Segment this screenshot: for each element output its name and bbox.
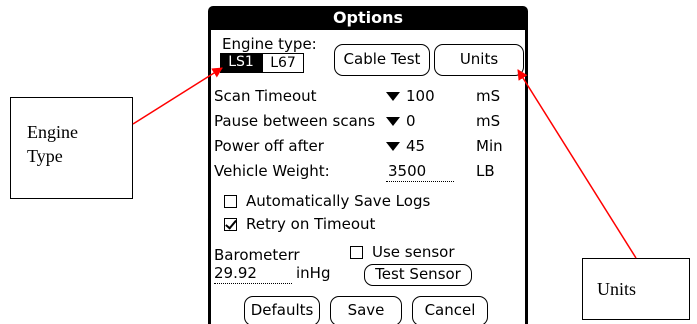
barometer-unit: inHg (296, 264, 331, 282)
cable-test-button[interactable]: Cable Test (334, 44, 430, 76)
vehicle-weight-value[interactable]: 3500 (388, 162, 426, 180)
scan-timeout-value[interactable]: 100 (406, 87, 435, 105)
engine-type-callout-line2: Type (27, 146, 63, 166)
vehicle-weight-unit: LB (476, 162, 495, 180)
retry-label: Retry on Timeout (246, 215, 376, 233)
pause-value[interactable]: 0 (406, 112, 416, 130)
pause-dropdown-icon[interactable] (386, 117, 400, 126)
vehicle-weight-label: Vehicle Weight: (214, 162, 330, 180)
scan-timeout-dropdown-icon[interactable] (386, 92, 400, 101)
engine-option-l67[interactable]: L67 (262, 53, 304, 73)
power-off-unit: Min (476, 137, 503, 155)
save-button[interactable]: Save (330, 296, 402, 324)
engine-type-label: Engine type: (222, 35, 317, 53)
test-sensor-button[interactable]: Test Sensor (364, 264, 472, 286)
scan-timeout-label: Scan Timeout (214, 87, 317, 105)
engine-type-callout-line1: Engine (27, 122, 78, 142)
units-button[interactable]: Units (434, 44, 524, 76)
use-sensor-label: Use sensor (372, 243, 455, 261)
dialog-title: Options (208, 6, 528, 30)
engine-option-ls1[interactable]: LS1 (220, 53, 262, 73)
use-sensor-checkbox[interactable] (350, 246, 363, 259)
cancel-button[interactable]: Cancel (412, 296, 488, 324)
barometer-value[interactable]: 29.92 (214, 264, 257, 282)
units-callout-text: Units (597, 279, 637, 299)
dialog-border-left (208, 30, 211, 324)
barometer-field-underline (214, 283, 292, 284)
units-arrow (517, 69, 637, 259)
options-dialog: Options Engine type: LS1 L67 Cable Test … (208, 6, 528, 324)
dialog-border-right (525, 30, 528, 324)
units-callout: Units (582, 258, 690, 320)
retry-checkbox[interactable] (224, 218, 237, 231)
power-off-dropdown-icon[interactable] (386, 142, 400, 151)
pause-between-scans-label: Pause between scans (214, 112, 376, 130)
scan-timeout-unit: mS (476, 87, 501, 105)
power-off-value[interactable]: 45 (406, 137, 425, 155)
defaults-button[interactable]: Defaults (244, 296, 320, 324)
auto-save-label: Automatically Save Logs (246, 192, 431, 210)
auto-save-checkbox[interactable] (224, 195, 237, 208)
power-off-label: Power off after (214, 137, 324, 155)
pause-unit: mS (476, 112, 501, 130)
engine-type-callout: Engine Type (10, 97, 133, 199)
barometer-label: Barometerr (214, 246, 300, 264)
vehicle-weight-field-underline (386, 181, 454, 182)
